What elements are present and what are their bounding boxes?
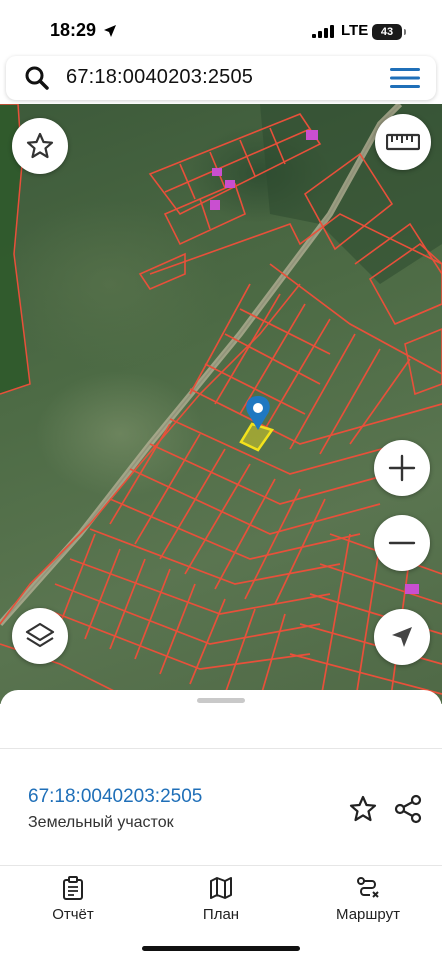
zoom-in-button[interactable] (374, 440, 430, 496)
search-icon[interactable] (24, 65, 50, 96)
battery-icon: 43 (372, 24, 406, 40)
nav-plan-label: План (202, 906, 240, 923)
favorite-button[interactable] (12, 118, 68, 174)
map-plan-icon (210, 877, 232, 899)
hamburger-menu-icon[interactable] (390, 67, 420, 94)
parcel-number-link[interactable]: 67:18:0040203:2505 (28, 786, 202, 808)
report-clipboard-icon (63, 876, 83, 900)
divider (0, 748, 442, 749)
location-arrow-icon (103, 24, 117, 43)
share-icon[interactable] (393, 794, 423, 829)
star-outline-icon[interactable] (348, 794, 378, 829)
search-input[interactable]: 67:18:0040203:2505 (66, 66, 253, 89)
ruler-icon (386, 133, 420, 151)
minus-icon (388, 541, 416, 545)
search-bar[interactable]: 67:18:0040203:2505 (6, 56, 436, 100)
map-canvas[interactable] (0, 104, 442, 704)
parcel-type-label: Земельный участок (28, 814, 174, 831)
route-icon (357, 877, 379, 898)
map-view[interactable] (0, 104, 442, 704)
navigation-arrow-icon (392, 627, 412, 647)
layers-button[interactable] (12, 608, 68, 664)
plus-icon (388, 454, 416, 482)
map-pin-icon[interactable] (246, 396, 270, 430)
selected-parcel[interactable] (239, 422, 275, 452)
home-indicator[interactable] (142, 946, 300, 951)
star-icon (26, 132, 54, 159)
sheet-drag-handle[interactable] (197, 698, 245, 703)
locate-me-button[interactable] (374, 609, 430, 665)
signal-bars-icon (312, 25, 334, 43)
measure-button[interactable] (375, 114, 431, 170)
nav-route[interactable]: Маршрут (313, 876, 423, 924)
status-time: 18:29 (50, 20, 97, 40)
nav-plan[interactable]: План (166, 876, 276, 924)
nav-report[interactable]: Отчёт (18, 876, 128, 924)
zoom-out-button[interactable] (374, 515, 430, 571)
nav-route-label: Маршрут (336, 906, 400, 923)
layers-icon (25, 622, 55, 648)
nav-report-label: Отчёт (52, 906, 94, 923)
status-bar: 18:29 LTE 43 (0, 0, 442, 56)
network-type: LTE (341, 22, 369, 39)
divider (0, 865, 442, 866)
parcel-info-sheet[interactable]: 67:18:0040203:2505 Земельный участок Отч… (0, 690, 442, 960)
